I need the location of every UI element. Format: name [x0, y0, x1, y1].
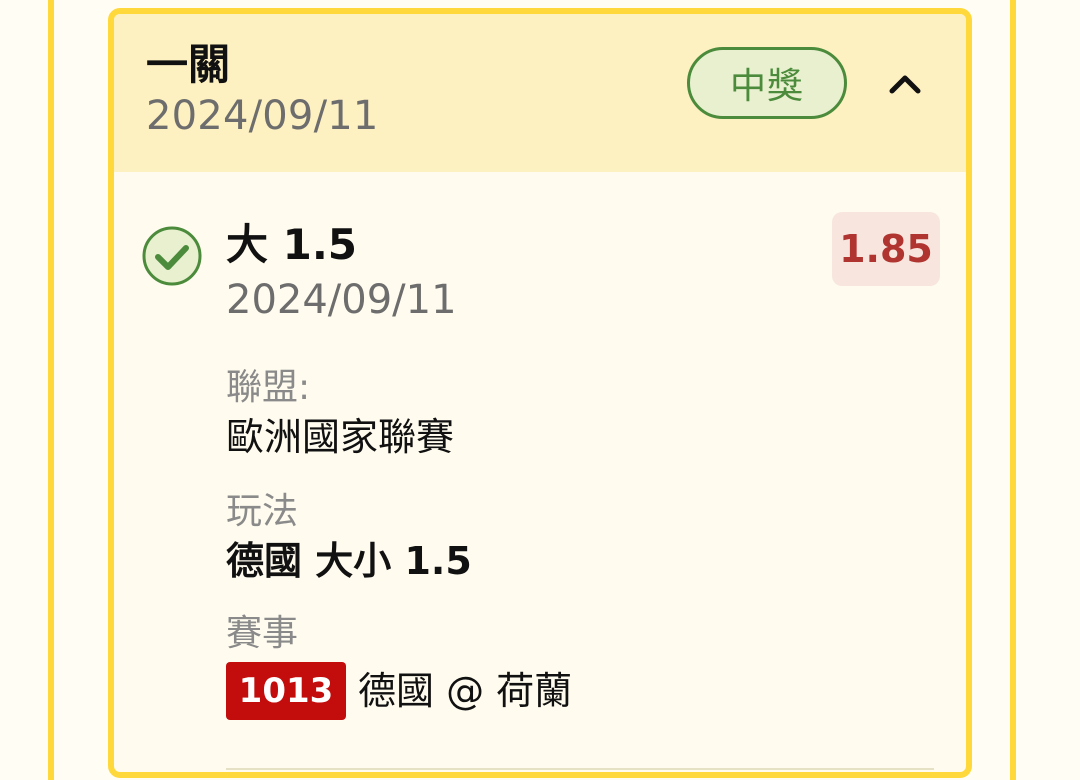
- selection-name: 大 1.5: [226, 220, 358, 269]
- match-number-badge: 1013: [226, 662, 346, 720]
- bet-card-header[interactable]: 一關 2024/09/11 中獎: [114, 14, 966, 172]
- match-teams: 德國 @ 荷蘭: [358, 669, 573, 713]
- league-value: 歐洲國家聯賽: [226, 415, 455, 459]
- bet-type-title: 一關: [146, 40, 231, 89]
- bet-card: 一關 2024/09/11 中獎 大 1.5 2024/09/11 1.85 聯…: [108, 8, 972, 778]
- bet-date: 2024/09/11: [146, 93, 379, 139]
- playtype-value: 德國 大小 1.5: [226, 539, 472, 583]
- win-status-badge: 中獎: [687, 47, 847, 119]
- selection-date: 2024/09/11: [226, 277, 457, 323]
- match-row: 1013 德國 @ 荷蘭: [226, 662, 572, 720]
- chevron-up-icon: [889, 75, 921, 94]
- match-label: 賽事: [226, 613, 299, 654]
- league-label: 聯盟:: [226, 367, 311, 408]
- playtype-label: 玩法: [226, 491, 299, 532]
- odds-badge: 1.85: [832, 212, 940, 286]
- collapse-button[interactable]: [876, 54, 934, 112]
- bet-card-body: 大 1.5 2024/09/11 1.85 聯盟: 歐洲國家聯賽 玩法 德國 大…: [114, 172, 966, 772]
- divider: [226, 768, 934, 770]
- check-circle-icon: [140, 224, 204, 288]
